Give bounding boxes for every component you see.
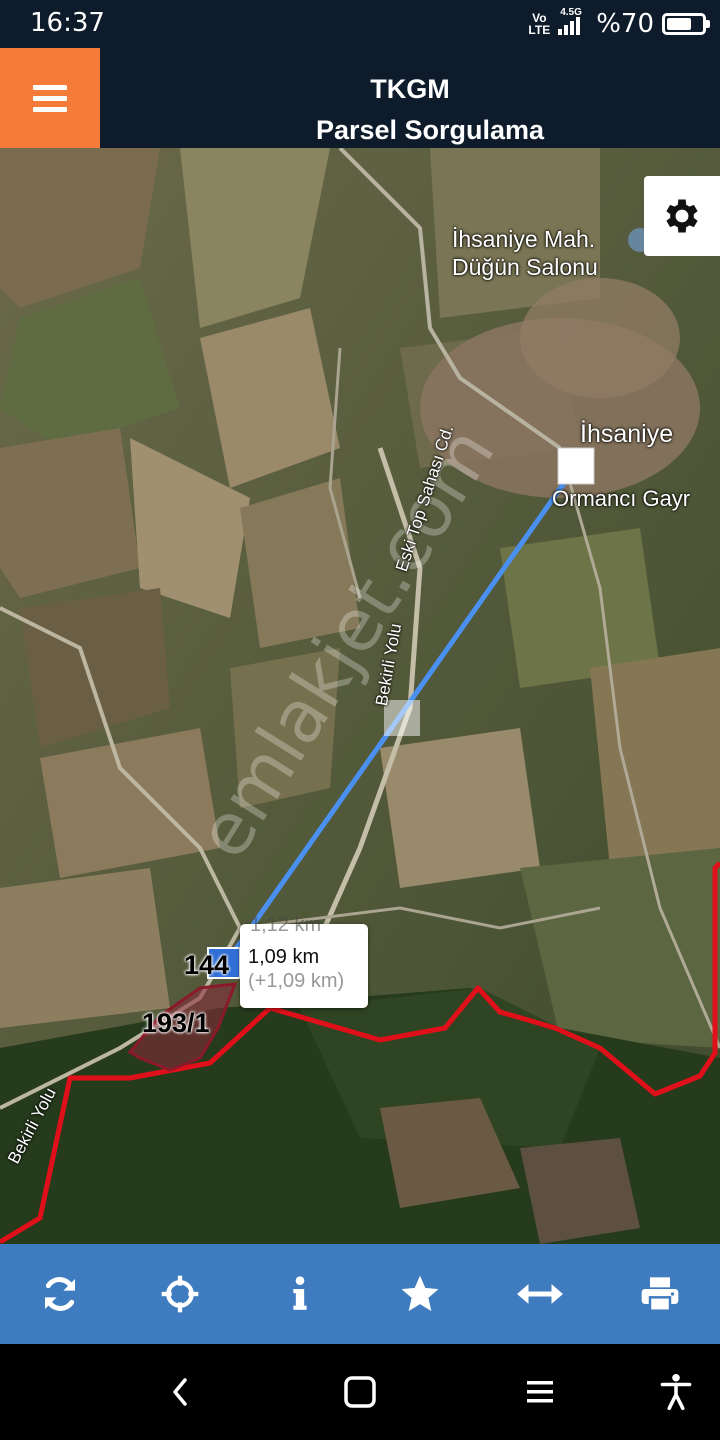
system-nav-bar [0, 1344, 720, 1440]
clock: 16:37 [30, 8, 105, 38]
app-subtitle: Parsel Sorgulama [315, 115, 545, 145]
distance-ghost-segment: (+1,09 km) [248, 970, 345, 992]
double-arrow-icon [517, 1284, 563, 1304]
place-label-hall-1: İhsaniye Mah. [452, 226, 596, 252]
battery-icon [662, 13, 710, 35]
distance-value: 1,09 km [242, 942, 326, 973]
battery-percent: %70 [596, 9, 654, 39]
favorite-button[interactable] [360, 1244, 480, 1344]
accessibility-button[interactable] [656, 1372, 696, 1412]
star-icon [401, 1275, 439, 1312]
recents-button[interactable] [520, 1372, 560, 1412]
place-label-hall-2: Düğün Salonu [452, 254, 598, 280]
printer-icon [641, 1277, 679, 1312]
distance-ghost-total: 1,12 km [250, 914, 322, 936]
volte-indicator: Vo LTE [528, 11, 551, 37]
menu-button[interactable] [0, 48, 100, 148]
print-button[interactable] [600, 1244, 720, 1344]
status-bar: 16:37 Vo LTE 4.5G %70 [0, 0, 720, 48]
distance-tooltip: 1,12 km (+1,09 km) 1,09 km [240, 914, 368, 1008]
app-header: TKGM Parsel Sorgulama [0, 48, 720, 148]
refresh-icon [45, 1277, 75, 1311]
measure-button[interactable] [480, 1244, 600, 1344]
place-label-village: İhsaniye [580, 420, 674, 448]
signal-icon: 4.5G [558, 7, 588, 39]
accessibility-icon [660, 1373, 692, 1411]
parcel-label-144[interactable]: 144 [184, 950, 229, 981]
home-icon [344, 1376, 376, 1408]
back-icon [173, 1378, 187, 1406]
map-toolbar [0, 1244, 720, 1344]
settings-button[interactable] [644, 176, 720, 256]
gear-icon [666, 199, 698, 233]
info-button[interactable] [240, 1244, 360, 1344]
home-button[interactable] [340, 1372, 380, 1412]
info-icon [293, 1276, 307, 1310]
app-title: TKGM [370, 74, 450, 104]
status-icons: Vo LTE 4.5G %70 [528, 6, 710, 42]
back-button[interactable] [160, 1372, 200, 1412]
refresh-button[interactable] [0, 1244, 120, 1344]
crosshair-icon [161, 1275, 199, 1313]
locate-button[interactable] [120, 1244, 240, 1344]
place-label-forest-office: Ormancı Gayr [552, 486, 691, 511]
parcel-label-193-1[interactable]: 193/1 [142, 1008, 210, 1039]
recents-icon [527, 1381, 553, 1403]
hamburger-menu-icon [33, 84, 67, 112]
map-view[interactable]: emlakjet.com İhsaniye Mah. Düğün Salonu … [0, 148, 720, 1244]
